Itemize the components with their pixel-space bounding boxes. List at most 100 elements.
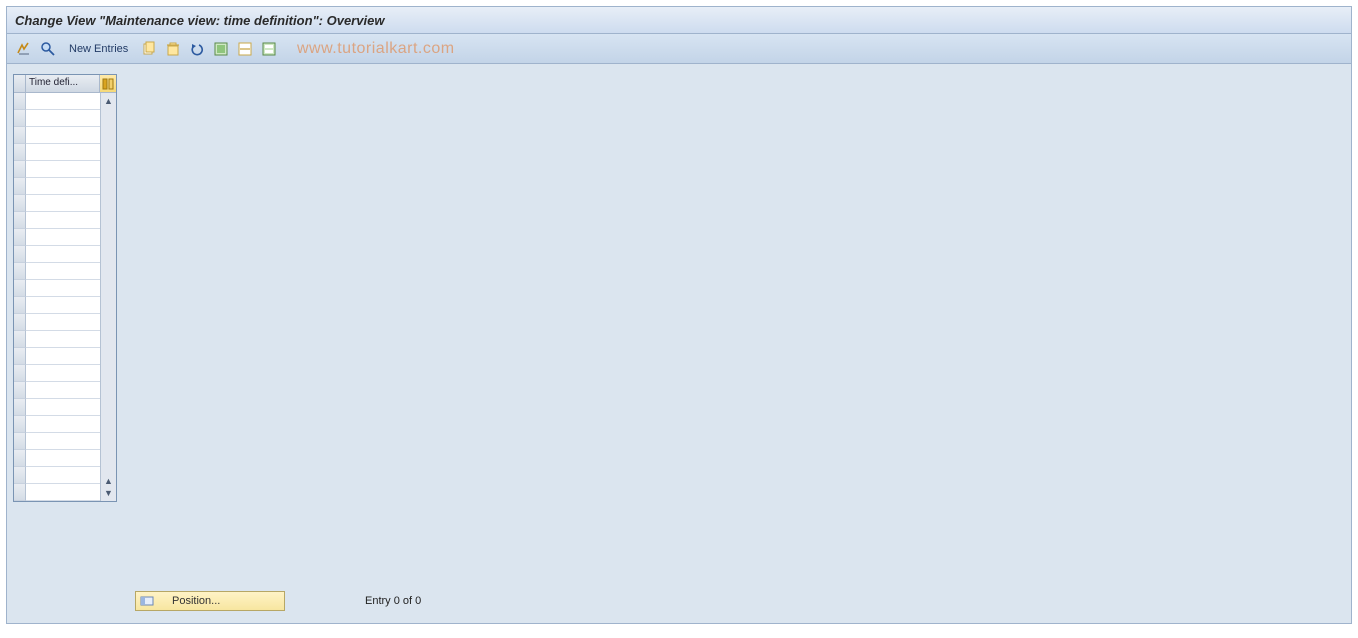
table-row[interactable] <box>14 382 100 399</box>
row-selector[interactable] <box>14 144 26 161</box>
table-row[interactable] <box>14 178 100 195</box>
cell-time-definition[interactable] <box>26 229 100 246</box>
entry-count-text: Entry 0 of 0 <box>365 595 421 607</box>
row-selector[interactable] <box>14 365 26 382</box>
row-selector[interactable] <box>14 450 26 467</box>
table-row[interactable] <box>14 297 100 314</box>
table-row[interactable] <box>14 144 100 161</box>
row-selector[interactable] <box>14 297 26 314</box>
cell-time-definition[interactable] <box>26 280 100 297</box>
table-row[interactable] <box>14 416 100 433</box>
row-selector[interactable] <box>14 314 26 331</box>
cell-time-definition[interactable] <box>26 399 100 416</box>
row-selector[interactable] <box>14 161 26 178</box>
row-selector[interactable] <box>14 263 26 280</box>
table-row[interactable] <box>14 195 100 212</box>
row-selector[interactable] <box>14 382 26 399</box>
table-row[interactable] <box>14 93 100 110</box>
cell-time-definition[interactable] <box>26 263 100 280</box>
table-body: ▲ ▲ ▼ <box>14 93 116 501</box>
cell-time-definition[interactable] <box>26 382 100 399</box>
row-selector[interactable] <box>14 416 26 433</box>
print-icon[interactable] <box>260 40 278 58</box>
row-selector[interactable] <box>14 280 26 297</box>
table-row[interactable] <box>14 263 100 280</box>
content-area: Time defi... ▲ ▲ ▼ Position... Entry 0 o… <box>6 64 1352 624</box>
cell-time-definition[interactable] <box>26 127 100 144</box>
row-selector[interactable] <box>14 433 26 450</box>
row-selector[interactable] <box>14 246 26 263</box>
time-definition-table: Time defi... ▲ ▲ ▼ <box>13 74 117 502</box>
scroll-up-icon[interactable]: ▲ <box>103 95 115 107</box>
vertical-scrollbar[interactable]: ▲ ▲ ▼ <box>100 93 116 501</box>
undo-icon[interactable] <box>188 40 206 58</box>
table-settings-icon[interactable] <box>100 75 116 93</box>
footer-bar: Position... Entry 0 of 0 <box>135 591 421 611</box>
scroll-down-icon[interactable]: ▼ <box>103 487 115 499</box>
find-icon[interactable] <box>39 40 57 58</box>
position-button[interactable]: Position... <box>135 591 285 611</box>
table-row[interactable] <box>14 127 100 144</box>
copy-icon[interactable] <box>140 40 158 58</box>
row-selector[interactable] <box>14 484 26 501</box>
table-row[interactable] <box>14 450 100 467</box>
cell-time-definition[interactable] <box>26 297 100 314</box>
row-selector[interactable] <box>14 93 26 110</box>
page-title: Change View "Maintenance view: time defi… <box>15 13 384 28</box>
delete-icon[interactable] <box>164 40 182 58</box>
table-row[interactable] <box>14 484 100 501</box>
row-selector[interactable] <box>14 348 26 365</box>
cell-time-definition[interactable] <box>26 161 100 178</box>
table-row[interactable] <box>14 433 100 450</box>
cell-time-definition[interactable] <box>26 365 100 382</box>
cell-time-definition[interactable] <box>26 178 100 195</box>
scroll-up2-icon[interactable]: ▲ <box>103 475 115 487</box>
select-all-icon[interactable] <box>212 40 230 58</box>
row-selector[interactable] <box>14 229 26 246</box>
table-row[interactable] <box>14 348 100 365</box>
watermark-text: www.tutorialkart.com <box>297 40 455 58</box>
new-entries-button[interactable]: New Entries <box>63 41 134 57</box>
cell-time-definition[interactable] <box>26 484 100 501</box>
table-row[interactable] <box>14 229 100 246</box>
column-header-time-definition[interactable]: Time defi... <box>26 75 100 93</box>
row-selector[interactable] <box>14 110 26 127</box>
cell-time-definition[interactable] <box>26 93 100 110</box>
title-bar: Change View "Maintenance view: time defi… <box>6 6 1352 34</box>
cell-time-definition[interactable] <box>26 433 100 450</box>
cell-time-definition[interactable] <box>26 331 100 348</box>
cell-time-definition[interactable] <box>26 450 100 467</box>
cell-time-definition[interactable] <box>26 212 100 229</box>
table-row[interactable] <box>14 314 100 331</box>
deselect-all-icon[interactable] <box>236 40 254 58</box>
row-selector[interactable] <box>14 467 26 484</box>
row-selector[interactable] <box>14 178 26 195</box>
toolbar: New Entries www.tutorialkart.com <box>6 34 1352 64</box>
cell-time-definition[interactable] <box>26 144 100 161</box>
table-row[interactable] <box>14 365 100 382</box>
cell-time-definition[interactable] <box>26 467 100 484</box>
cell-time-definition[interactable] <box>26 348 100 365</box>
row-selector[interactable] <box>14 331 26 348</box>
row-selector[interactable] <box>14 212 26 229</box>
table-row[interactable] <box>14 161 100 178</box>
toggle-display-change-icon[interactable] <box>15 40 33 58</box>
position-button-label: Position... <box>172 595 220 607</box>
table-row[interactable] <box>14 467 100 484</box>
table-row[interactable] <box>14 331 100 348</box>
cell-time-definition[interactable] <box>26 416 100 433</box>
table-row[interactable] <box>14 212 100 229</box>
cell-time-definition[interactable] <box>26 314 100 331</box>
cell-time-definition[interactable] <box>26 110 100 127</box>
row-selector[interactable] <box>14 195 26 212</box>
cell-time-definition[interactable] <box>26 195 100 212</box>
table-row[interactable] <box>14 110 100 127</box>
row-selector-header[interactable] <box>14 75 26 93</box>
table-row[interactable] <box>14 280 100 297</box>
table-row[interactable] <box>14 246 100 263</box>
position-icon <box>140 594 154 608</box>
row-selector[interactable] <box>14 127 26 144</box>
cell-time-definition[interactable] <box>26 246 100 263</box>
table-row[interactable] <box>14 399 100 416</box>
row-selector[interactable] <box>14 399 26 416</box>
